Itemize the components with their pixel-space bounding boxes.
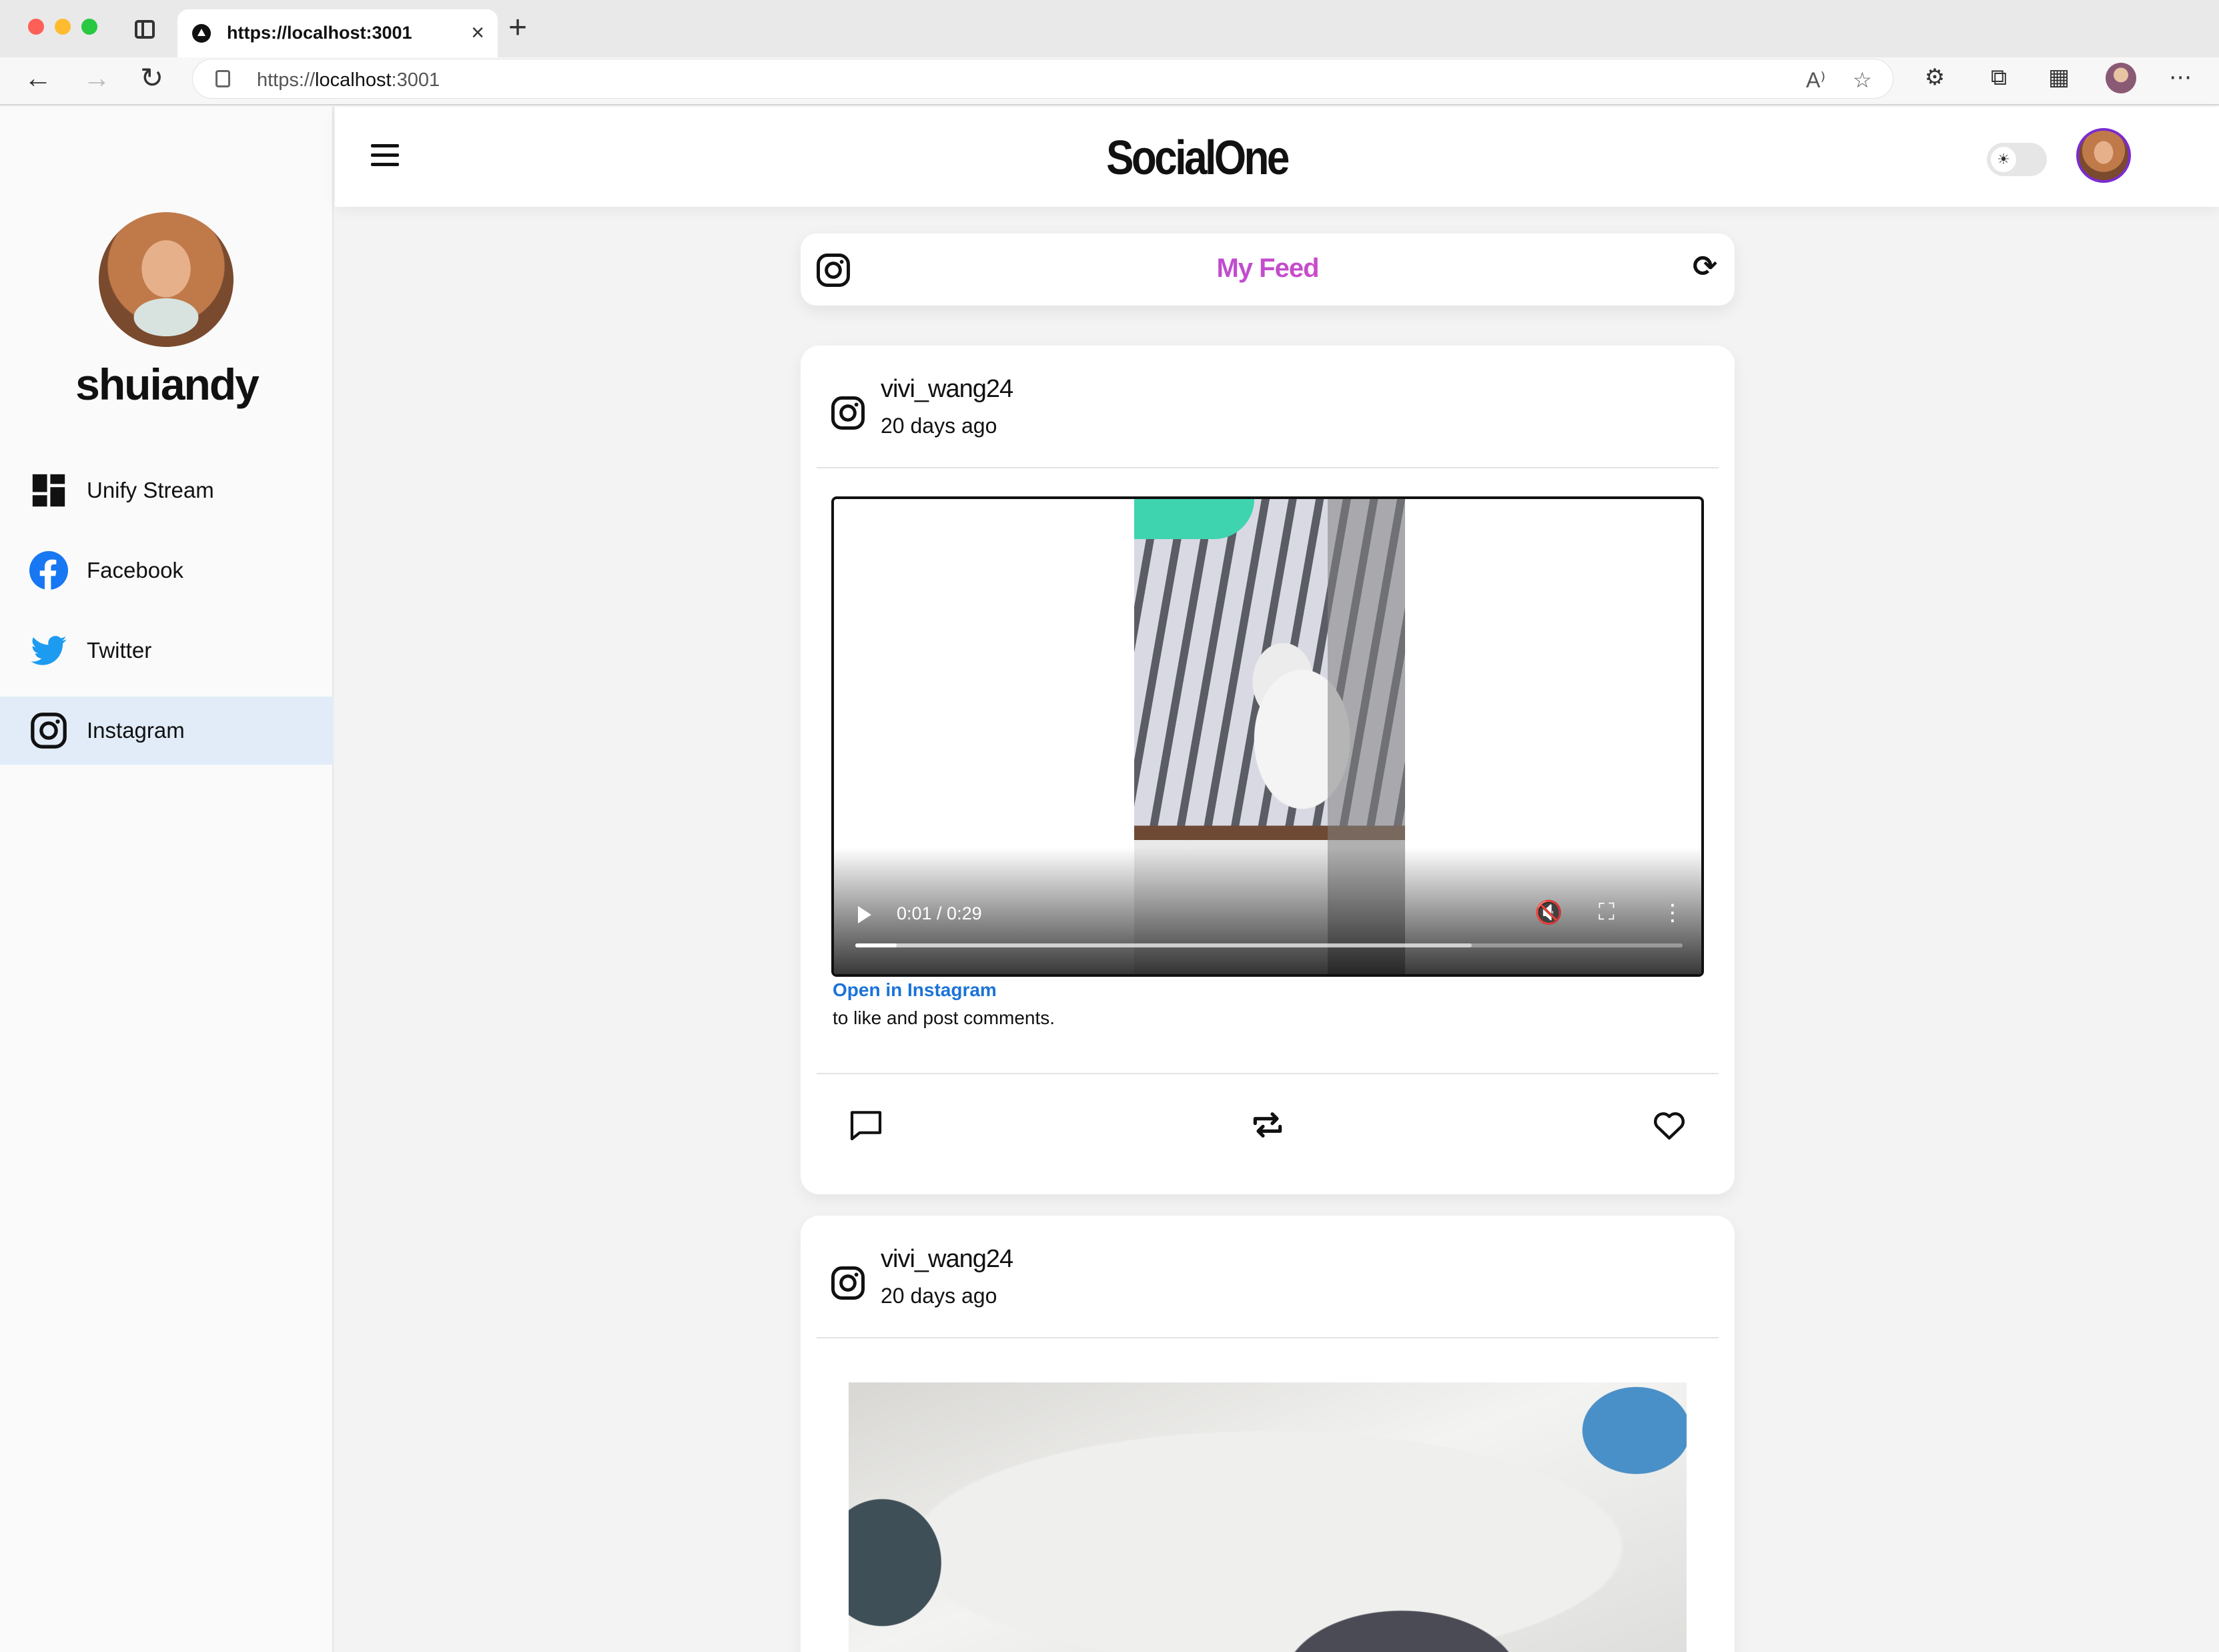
mute-icon[interactable]: 🔇 [1534,899,1563,926]
address-bar[interactable]: https://localhost:3001 A⁾ ☆ [192,59,1893,99]
facebook-icon [29,551,68,590]
post-username[interactable]: vivi_wang24 [881,1245,1013,1274]
profile-username: shuiandy [75,360,260,409]
reload-button[interactable]: ↻ [140,64,163,92]
divider [817,467,1719,468]
video-buffer-bar [855,943,1472,947]
post-timestamp: 20 days ago [881,1284,997,1308]
video-progress-fill [855,943,897,947]
sidebar-item-twitter[interactable]: Twitter [0,616,334,685]
sidebar-item-label: Unify Stream [87,478,214,502]
divider [817,1337,1719,1338]
back-button[interactable]: ← [24,64,52,92]
video-progress-bar[interactable] [855,943,1683,947]
minimize-window-button[interactable] [55,19,71,35]
post-image[interactable] [849,1382,1687,1652]
sidebar-item-label: Instagram [87,718,185,743]
tab-title: https://localhost:3001 [227,23,412,43]
lock-icon[interactable] [215,70,230,87]
instagram-icon [831,1266,865,1300]
favorites-icon[interactable]: ☆ [1853,67,1872,93]
refresh-icon[interactable]: ⟳ [1693,250,1717,284]
extensions-icon[interactable]: ⚙ [1921,64,1948,91]
sidebar-item-instagram[interactable]: Instagram [0,697,334,765]
dashboard-icon [32,474,65,507]
twitter-icon [31,636,67,665]
sun-icon: ☀ [1991,147,2016,172]
browser-profile-avatar[interactable] [2106,63,2136,93]
browser-chrome: https://localhost:3001 × + ← → ↻ https:/… [0,0,2219,105]
instagram-icon [31,713,67,749]
feed-header: My Feed ⟳ [801,234,1735,306]
play-icon[interactable] [858,906,871,923]
sidebar-item-facebook[interactable]: Facebook [0,536,334,604]
tab-actions-icon[interactable] [135,20,155,39]
comment-icon[interactable] [847,1106,885,1144]
math-solver-icon[interactable]: ▦ [2046,64,2072,91]
new-tab-button[interactable]: + [508,12,527,44]
browser-tab[interactable]: https://localhost:3001 × [177,9,498,57]
like-heart-icon[interactable] [1651,1106,1688,1144]
open-in-instagram-description: to like and post comments. [833,1007,1055,1028]
post-timestamp: 20 days ago [881,414,997,438]
sidebar-item-unify-stream[interactable]: Unify Stream [0,456,334,524]
fullscreen-icon[interactable]: ⛶ [1599,899,1615,925]
video-time: 0:01 / 0:29 [897,903,982,923]
instagram-icon [831,396,865,430]
post-username[interactable]: vivi_wang24 [881,375,1013,404]
collections-icon[interactable]: ⧉ [1985,64,2012,91]
user-avatar[interactable] [2076,128,2131,183]
repost-icon[interactable] [1249,1106,1286,1144]
open-in-instagram-link[interactable]: Open in Instagram [833,979,997,1001]
close-window-button[interactable] [28,19,44,35]
url-scheme: https:// [257,69,316,91]
sidebar-item-label: Twitter [87,638,152,663]
tab-strip: https://localhost:3001 × + [0,0,2219,57]
theme-toggle[interactable]: ☀ [1987,143,2047,176]
sidebar: shuiandy Unify Stream Facebook Twitter I… [0,107,334,1652]
app-logo[interactable]: SocialOne [456,131,1938,185]
tab-close-icon[interactable]: × [471,20,484,46]
forward-button[interactable]: → [83,64,111,92]
video-player[interactable]: 0:01 / 0:29 🔇 ⛶ ⋮ [831,496,1704,977]
maximize-window-button[interactable] [81,19,97,35]
url-text[interactable]: https://localhost:3001 [257,69,440,91]
post-card: vivi_wang24 20 days ago 0:01 / 0:29 🔇 ⛶ … [801,346,1735,1194]
post-card: vivi_wang24 20 days ago [801,1216,1735,1652]
menu-icon[interactable] [371,144,399,167]
feed-title: My Feed [801,254,1735,284]
profile-avatar [99,212,234,347]
url-port: :3001 [391,69,440,91]
app-header: SocialOne ☀ [335,107,2219,207]
read-aloud-icon[interactable]: A⁾ [1806,67,1825,93]
favicon-icon [192,24,211,43]
more-options-icon[interactable]: ⋯ [2167,64,2194,91]
more-vertical-icon[interactable]: ⋮ [1661,899,1684,926]
url-host: localhost [315,69,392,91]
divider [817,1073,1719,1074]
sidebar-item-label: Facebook [87,558,183,582]
